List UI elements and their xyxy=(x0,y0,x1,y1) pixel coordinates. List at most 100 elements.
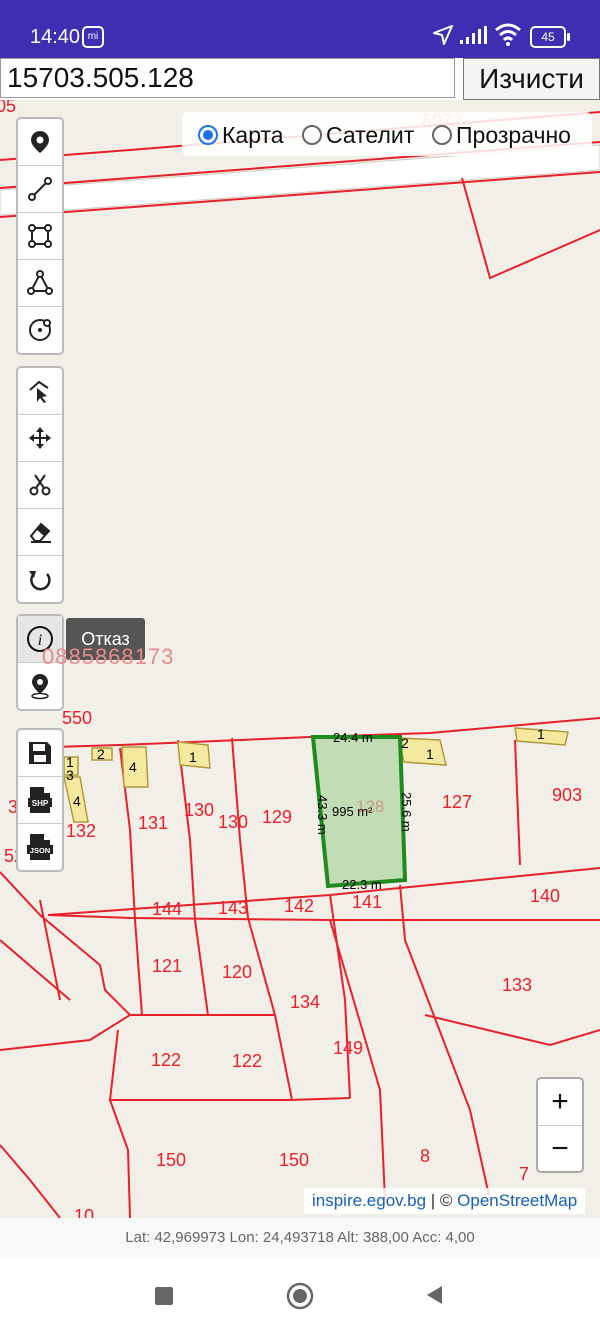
radio-unchecked-icon xyxy=(432,124,452,145)
label-8: 8 xyxy=(420,1146,430,1166)
draw-toolbar xyxy=(16,117,64,355)
rectangle-tool-button[interactable] xyxy=(18,213,62,260)
layer-map-radio[interactable]: Карта xyxy=(198,122,284,149)
export-json-button[interactable]: JSON xyxy=(18,824,62,870)
battery-icon: 45 xyxy=(530,26,570,48)
building-label-2a: 2 xyxy=(97,746,105,762)
polygon-icon xyxy=(27,270,53,295)
phone-watermark: 0885868173 xyxy=(42,644,175,669)
save-button[interactable] xyxy=(18,730,62,777)
layer-satellite-label: Сателит xyxy=(326,122,415,148)
gps-coordinates: Lat: 42,969973 Lon: 24,493718 Alt: 388,0… xyxy=(0,1218,600,1258)
recent-apps-icon[interactable] xyxy=(154,1286,174,1306)
attribution-separator: | © xyxy=(426,1191,458,1210)
side-bottom-label: 22.3 m xyxy=(342,877,382,892)
radio-unchecked-icon xyxy=(302,124,322,145)
edit-toolbar xyxy=(16,366,64,604)
svg-text:SHP: SHP xyxy=(32,799,49,808)
erase-button[interactable] xyxy=(18,509,62,556)
label-10: 10 xyxy=(74,1206,94,1218)
label-120: 120 xyxy=(222,962,252,982)
layer-transparent-radio[interactable]: Прозрачно xyxy=(432,122,571,149)
move-icon xyxy=(29,427,51,449)
side-left-label: 43.3 m xyxy=(315,795,330,835)
save-icon xyxy=(29,742,51,764)
rectangle-icon xyxy=(28,224,52,248)
building-label-1b: 1 xyxy=(189,749,197,765)
navigation-arrow-icon xyxy=(433,25,453,45)
add-pin-icon xyxy=(31,674,49,700)
label-130a: 130 xyxy=(184,800,214,820)
mi-icon: mi xyxy=(82,26,104,48)
label-131: 131 xyxy=(138,813,168,833)
side-right-label: 25.6 m xyxy=(399,792,414,832)
label-505: 505 xyxy=(0,100,16,116)
label-149: 149 xyxy=(333,1038,363,1058)
label-122a: 122 xyxy=(151,1050,181,1070)
undo-icon xyxy=(29,571,51,591)
label-144: 144 xyxy=(152,899,182,919)
building-label-2b: 2 xyxy=(401,735,409,751)
polyline-tool-button[interactable] xyxy=(18,166,62,213)
label-122b: 122 xyxy=(232,1051,262,1071)
cadastral-id-input[interactable] xyxy=(0,58,455,98)
zoom-out-button[interactable]: − xyxy=(538,1126,582,1172)
label-132: 132 xyxy=(66,821,96,841)
export-toolbar: SHP JSON xyxy=(16,728,64,872)
marker-tool-button[interactable] xyxy=(18,119,62,166)
label-133: 133 xyxy=(502,975,532,995)
clear-button[interactable]: Изчисти xyxy=(463,58,600,100)
osm-link[interactable]: OpenStreetMap xyxy=(457,1191,577,1210)
back-icon[interactable] xyxy=(424,1284,444,1306)
status-time: 14:40 xyxy=(30,26,81,48)
label-143: 143 xyxy=(218,898,248,918)
radio-checked-icon xyxy=(198,124,218,145)
label-134: 134 xyxy=(290,992,320,1012)
edit-vertex-button[interactable] xyxy=(18,368,62,415)
cut-icon xyxy=(29,474,51,496)
system-nav-bar xyxy=(0,1258,600,1332)
location-pin-icon xyxy=(31,131,49,153)
label-150b: 150 xyxy=(279,1150,309,1170)
line-icon xyxy=(28,177,52,201)
map-attribution: inspire.egov.bg | © OpenStreetMap xyxy=(304,1188,586,1214)
building-label-1d: 1 xyxy=(537,726,545,742)
label-7: 7 xyxy=(519,1164,529,1184)
label-130b: 130 xyxy=(218,812,248,832)
home-icon[interactable] xyxy=(286,1282,314,1310)
layer-satellite-radio[interactable]: Сателит xyxy=(302,122,414,149)
label-141: 141 xyxy=(352,892,382,912)
building-label-4b: 4 xyxy=(129,759,137,775)
label-121: 121 xyxy=(152,956,182,976)
layer-map-label: Карта xyxy=(222,122,284,148)
building-label-3: 3 xyxy=(66,767,74,783)
status-bar: 14:40 mi 45 xyxy=(0,0,600,58)
building-label-1c: 1 xyxy=(426,746,434,762)
building-label-4a: 4 xyxy=(73,793,81,809)
label-903: 903 xyxy=(552,785,582,805)
label-129: 129 xyxy=(262,807,292,827)
layer-selector: Карта Сателит Прозрачно xyxy=(182,112,592,156)
label-150a: 150 xyxy=(156,1150,186,1170)
parcel-id-label: 128 xyxy=(356,797,384,816)
circle-tool-button[interactable] xyxy=(18,307,62,353)
wifi-icon xyxy=(495,23,521,46)
label-142: 142 xyxy=(284,896,314,916)
json-file-icon: JSON xyxy=(27,834,53,860)
polygon-tool-button[interactable] xyxy=(18,260,62,307)
zoom-in-button[interactable]: + xyxy=(538,1079,582,1126)
inspire-link[interactable]: inspire.egov.bg xyxy=(312,1191,426,1210)
layer-transparent-label: Прозрачно xyxy=(456,122,571,148)
zoom-control: + − xyxy=(536,1077,584,1173)
move-button[interactable] xyxy=(18,415,62,462)
eraser-icon xyxy=(29,522,51,543)
label-127: 127 xyxy=(442,792,472,812)
circle-icon xyxy=(29,319,51,341)
undo-button[interactable] xyxy=(18,556,62,602)
cut-button[interactable] xyxy=(18,462,62,509)
export-shp-button[interactable]: SHP xyxy=(18,777,62,824)
edit-vertex-icon xyxy=(29,380,49,403)
side-top-label: 24.4 m xyxy=(333,730,373,745)
signal-icon xyxy=(460,26,487,44)
label-140: 140 xyxy=(530,886,560,906)
